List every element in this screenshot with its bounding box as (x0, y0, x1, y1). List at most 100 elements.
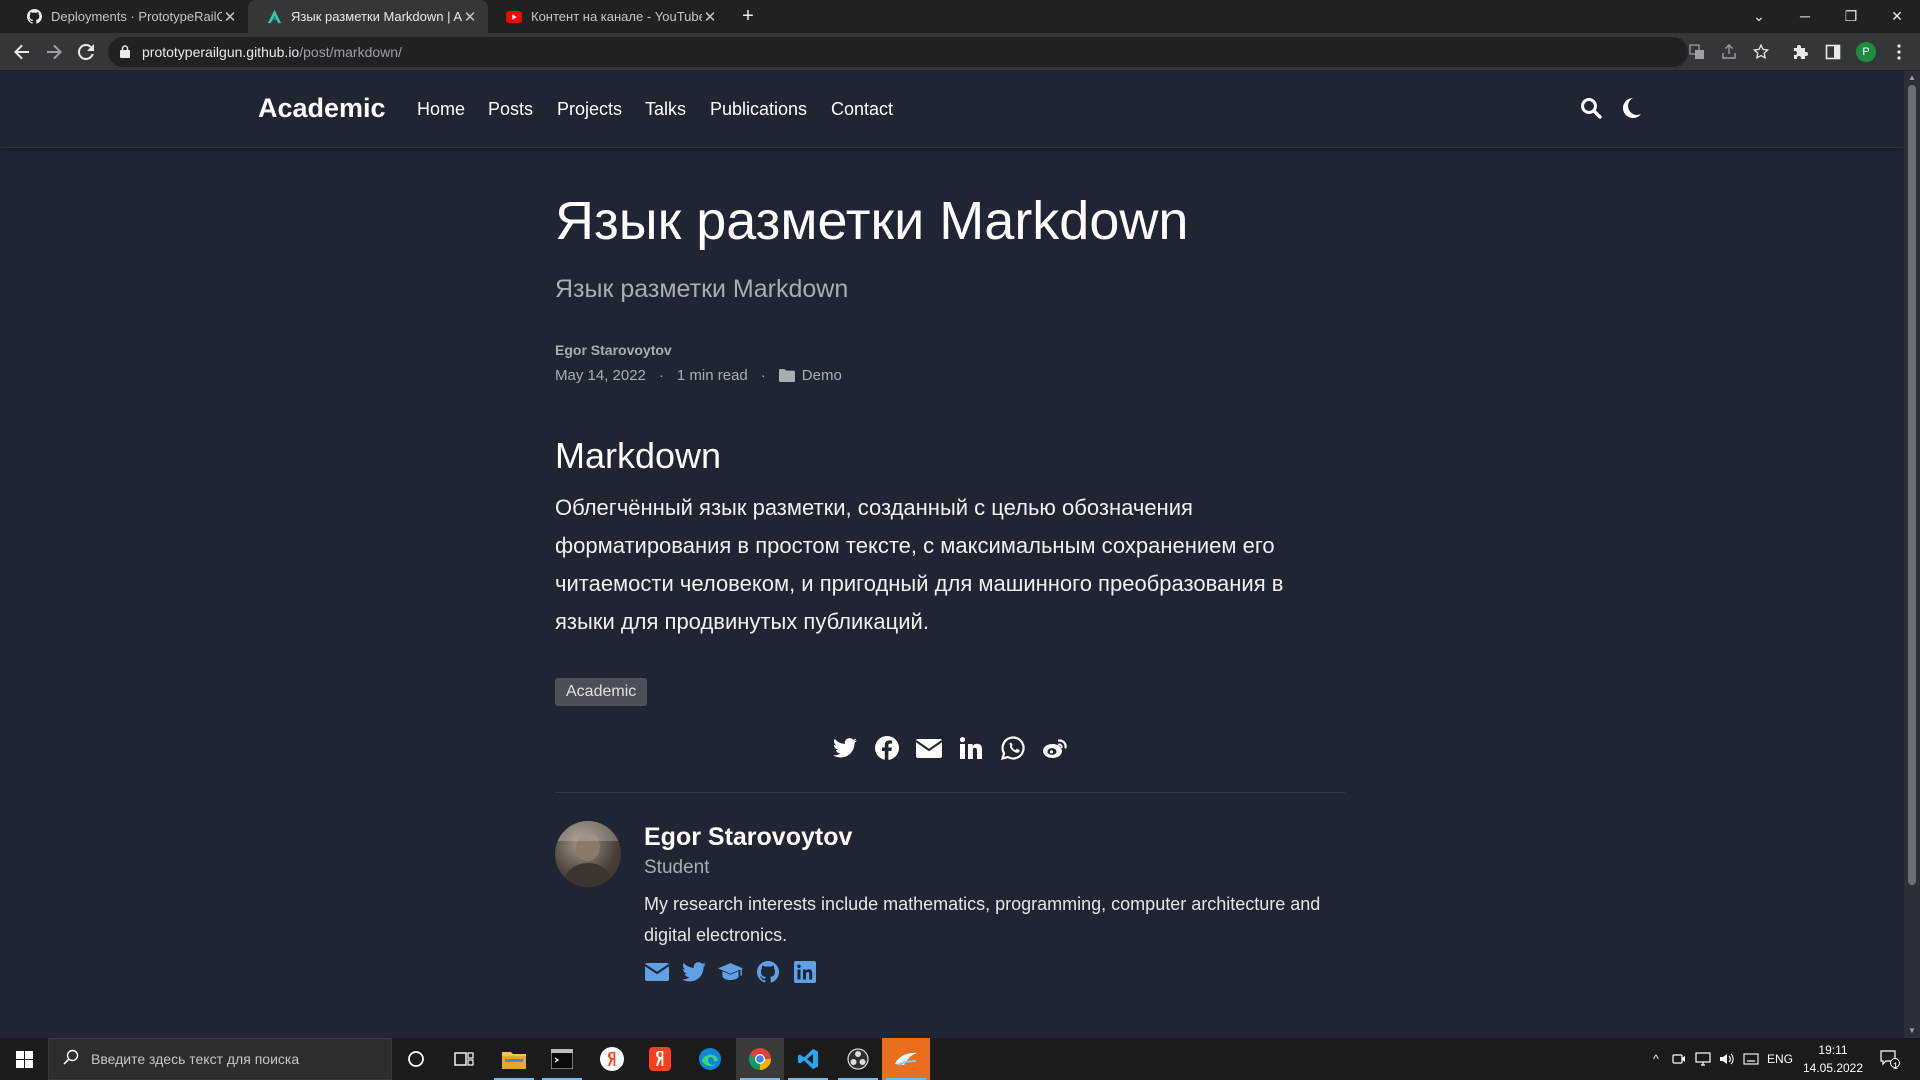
tab-deployments[interactable]: Deployments · PrototypeRailGun ✕ (8, 0, 248, 33)
network-icon[interactable] (1692, 1038, 1714, 1080)
youtube-icon (506, 9, 522, 25)
kebab-menu-icon[interactable] (1890, 43, 1908, 61)
nav-projects[interactable]: Projects (557, 99, 622, 120)
close-icon[interactable]: ✕ (222, 8, 238, 26)
windows-start-button[interactable] (0, 1038, 48, 1080)
email-icon[interactable] (644, 959, 669, 984)
tab-search-chevron-icon[interactable]: ⌄ (1736, 0, 1782, 33)
email-icon[interactable] (916, 735, 942, 761)
post-title: Язык разметки Markdown (555, 191, 1189, 251)
divider (555, 792, 1345, 793)
scroll-thumb[interactable] (1908, 85, 1916, 885)
share-links (832, 735, 1068, 761)
github-icon (26, 9, 42, 25)
keyboard-icon[interactable] (1740, 1038, 1762, 1080)
forward-button[interactable] (40, 38, 68, 66)
minimize-button[interactable]: ─ (1782, 0, 1828, 33)
close-icon[interactable]: ✕ (462, 8, 478, 26)
windows-taskbar: Введите здесь текст для поиска ^ ENG 19:… (0, 1038, 1920, 1080)
post-read-time: 1 min read (676, 367, 748, 384)
weibo-icon[interactable] (1042, 735, 1068, 761)
scroll-down-icon[interactable]: ▼ (1908, 1026, 1916, 1035)
section-heading: Markdown (555, 435, 722, 476)
nav-home[interactable]: Home (417, 99, 465, 120)
address-bar[interactable]: prototyperailgun.github.io/post/markdown… (108, 37, 1688, 67)
reload-button[interactable] (72, 38, 100, 66)
linkedin-icon[interactable] (958, 735, 984, 761)
author-social-links (644, 959, 817, 984)
meta-separator: · (658, 367, 664, 384)
tab-markdown-post[interactable]: Язык разметки Markdown | Academic ✕ (248, 0, 488, 33)
restore-button[interactable]: ❐ (1828, 0, 1874, 33)
nav-contact[interactable]: Contact (831, 99, 893, 120)
page-viewport: Academic Home Posts Projects Talks Publi… (0, 71, 1904, 1038)
scroll-up-icon[interactable]: ▲ (1908, 73, 1916, 82)
author-bio: My research interests include mathematic… (644, 894, 1321, 945)
bookmark-star-icon[interactable] (1752, 43, 1770, 61)
yandex-app-icon[interactable] (636, 1038, 684, 1080)
new-tab-button[interactable]: + (735, 5, 761, 29)
meet-now-icon[interactable] (1668, 1038, 1690, 1080)
arrow-right-icon (47, 44, 62, 60)
tab-title: Язык разметки Markdown | Academic (291, 9, 462, 24)
terminal-icon[interactable] (538, 1038, 586, 1080)
whatsapp-icon[interactable] (1000, 735, 1026, 761)
nav-publications[interactable]: Publications (710, 99, 807, 120)
tab-title: Deployments · PrototypeRailGun (51, 9, 222, 24)
translate-icon[interactable] (1688, 43, 1706, 61)
site-navbar: Academic Home Posts Projects Talks Publi… (0, 71, 1904, 148)
vscode-icon[interactable] (784, 1038, 832, 1080)
taskbar-clock[interactable]: 19:11 14.05.2022 (1796, 1041, 1870, 1077)
notification-count: 1 (1893, 1061, 1899, 1071)
chrome-icon[interactable] (736, 1038, 784, 1080)
extensions-puzzle-icon[interactable] (1792, 43, 1810, 61)
obs-studio-icon[interactable] (834, 1038, 882, 1080)
chevron-up-icon[interactable]: ^ (1646, 1038, 1666, 1080)
facebook-icon[interactable] (874, 735, 900, 761)
github-icon[interactable] (755, 959, 780, 984)
task-view-icon[interactable] (440, 1038, 488, 1080)
graduation-cap-icon[interactable] (718, 959, 743, 984)
author-role: Student (644, 857, 710, 878)
app-icon[interactable] (882, 1038, 930, 1080)
cortana-icon[interactable] (392, 1038, 440, 1080)
clock-date: 14.05.2022 (1802, 1061, 1864, 1075)
edge-icon[interactable] (686, 1038, 734, 1080)
linkedin-icon[interactable] (792, 959, 817, 984)
taskbar-search-box[interactable]: Введите здесь текст для поиска (48, 1038, 392, 1080)
twitter-icon[interactable] (681, 959, 706, 984)
yandex-browser-icon[interactable] (588, 1038, 636, 1080)
post-date: May 14, 2022 (555, 367, 646, 384)
post-subtitle: Язык разметки Markdown (555, 275, 849, 303)
tab-title: Контент на канале - YouTube Studio (531, 9, 702, 24)
twitter-icon[interactable] (832, 735, 858, 761)
browser-tab-strip: Deployments · PrototypeRailGun ✕ Язык ра… (0, 0, 1920, 33)
notifications-icon[interactable]: 1 (1872, 1038, 1908, 1080)
page-scrollbar[interactable]: ▲ ▼ (1904, 71, 1920, 1038)
close-window-button[interactable]: ✕ (1874, 0, 1920, 33)
nav-talks[interactable]: Talks (645, 99, 686, 120)
url-text: prototyperailgun.github.io/post/markdown… (142, 44, 402, 60)
side-panel-icon[interactable] (1824, 43, 1842, 61)
profile-avatar[interactable]: P (1856, 42, 1876, 62)
search-icon[interactable] (1580, 97, 1602, 124)
browser-toolbar: prototyperailgun.github.io/post/markdown… (0, 33, 1920, 71)
windows-logo-icon (15, 1050, 33, 1068)
tag-badge[interactable]: Academic (555, 678, 648, 706)
share-icon[interactable] (1720, 43, 1738, 61)
input-language-indicator[interactable]: ENG (1764, 1038, 1796, 1080)
site-brand[interactable]: Academic (258, 93, 386, 124)
post-body: Облегчённый язык разметки, созданный с ц… (555, 495, 1284, 634)
lock-icon[interactable] (120, 45, 130, 63)
close-icon[interactable]: ✕ (702, 8, 718, 26)
back-button[interactable] (8, 38, 36, 66)
volume-icon[interactable] (1716, 1038, 1738, 1080)
nav-posts[interactable]: Posts (488, 99, 533, 120)
tab-youtube-studio[interactable]: Контент на канале - YouTube Studio ✕ (488, 0, 728, 33)
url-path: /post/markdown/ (299, 44, 402, 60)
author-name[interactable]: Egor Starovoytov (644, 823, 852, 852)
post-author-link[interactable]: Egor Starovoytov (555, 342, 672, 358)
moon-icon[interactable] (1622, 97, 1642, 124)
post-category-link[interactable]: Demo (802, 367, 842, 384)
file-explorer-icon[interactable] (490, 1038, 538, 1080)
